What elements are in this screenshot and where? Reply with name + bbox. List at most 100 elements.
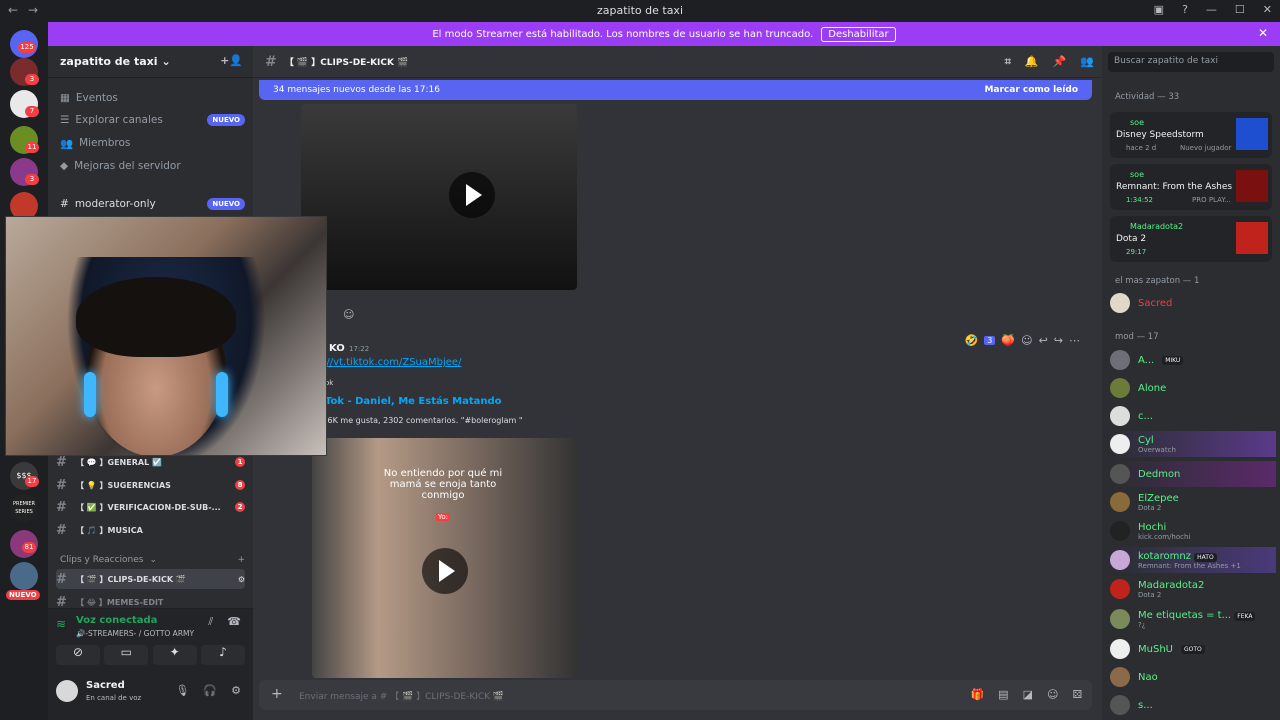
embed-title[interactable]: Tok - Daniel, Me Estás Matando [325,396,502,407]
help-icon[interactable]: ? [1182,3,1188,16]
nav-events[interactable]: ▦ Eventos [60,88,245,108]
channel-label: 【 💬 】GENERAL ☑️ [76,457,162,467]
user-status: En canal de voz [86,694,142,702]
window-controls: ▣ ? — ☐ ✕ [1154,3,1272,16]
reaction-icon[interactable]: 🤣 [965,334,979,347]
maximize-button[interactable]: ☐ [1235,3,1245,16]
forward-icon[interactable]: ↪ [1054,334,1063,347]
channel-moderator-only[interactable]: # moderator-only NUEVO [60,194,245,214]
member-list-icon[interactable]: 👥 [1080,55,1094,69]
category-clips[interactable]: Clips y Reacciones ⌄ + [60,550,245,570]
threads-icon[interactable]: ⌗ [1005,55,1011,69]
nav-label: Explorar canales [75,114,163,126]
nav-browse-channels[interactable]: ☰ Explorar canales NUEVO [60,110,245,130]
attach-icon[interactable]: + [271,686,283,702]
member-name: c... [1138,410,1154,422]
settings-icon[interactable]: ⚙ [238,575,245,584]
add-reaction-icon[interactable]: ☺ [1021,334,1032,347]
video-embed[interactable] [301,104,577,290]
screen-share-icon[interactable]: ▭ [104,645,149,665]
member-item[interactable]: Me etiquetas = t... FEKA ?¿ [1110,606,1276,632]
bell-icon[interactable]: 🔔 [1025,55,1039,69]
activity-card[interactable]: Madaradota2 Dota 2 29:17 [1110,216,1272,262]
voice-channel[interactable]: 🔊-STREAMERS- / GOTTO ARMY [76,629,194,638]
play-icon[interactable] [449,172,495,218]
member-item[interactable]: A... MIKU [1110,347,1276,373]
voice-status[interactable]: Voz conectada [76,615,157,626]
member-activity: ?¿ [1138,620,1146,629]
reaction-count[interactable]: 3 [984,336,996,345]
pin-icon[interactable]: 📌 [1053,55,1067,69]
member-item[interactable]: Dedmon [1110,461,1276,487]
add-channel-icon[interactable]: + [237,555,245,565]
member-item[interactable]: ElZepee Dota 2 [1110,489,1276,515]
server-badge: 11 [25,142,39,153]
reply-icon[interactable]: ↩ [1039,334,1048,347]
apps-icon[interactable]: ⚄ [1072,688,1082,701]
close-banner-icon[interactable]: ✕ [1258,26,1268,40]
emoji-icon[interactable]: ☺ [1047,688,1058,701]
role-header: mod — 17 [1115,332,1159,342]
gear-icon[interactable]: ⚙ [231,684,241,697]
sticker-icon[interactable]: ◪ [1023,688,1033,701]
message-link[interactable]: ://vt.tiktok.com/ZSuaMbjee/ [323,357,461,368]
new-messages-bar[interactable]: 34 mensajes nuevos desde las 17:16 Marca… [259,80,1092,100]
headphones-icon[interactable]: 🎧 [203,684,217,697]
mic-icon[interactable]: 🎙 [175,684,189,697]
message-composer[interactable]: + Enviar mensaje a # 【 🎬 】CLIPS-DE-KICK … [259,680,1092,710]
member-activity: Overwatch [1138,445,1176,454]
channel-sugerencias[interactable]: # 【 💡 】SUGERENCIAS 8 [56,475,245,495]
invite-icon[interactable]: +👤 [220,54,243,67]
add-reaction-icon[interactable]: ☺ [343,308,354,321]
reaction-icon[interactable]: 🍑 [1001,334,1015,347]
gif-icon[interactable]: ▤ [998,688,1008,701]
soundboard-icon[interactable]: ♪ [200,645,245,665]
member-item[interactable]: Alone [1110,375,1276,401]
minimize-button[interactable]: — [1206,3,1217,16]
camera-off-icon[interactable]: ⊘ [56,645,100,665]
disconnect-icon[interactable]: ☎ [227,615,241,629]
boost-icon: ◆ [60,160,69,172]
inbox-icon[interactable]: ▣ [1154,3,1164,16]
avatar [1110,464,1130,484]
disable-streamer-button[interactable]: Deshabilitar [821,26,896,42]
nav-members[interactable]: 👥 Miembros [60,133,245,153]
activity-card[interactable]: soe Disney Speedstorm hace 2 d Nuevo jug… [1110,112,1272,158]
activities-icon[interactable]: ✦ [152,645,197,665]
channel-clips-de-kick[interactable]: # 【 🎬 】CLIPS-DE-KICK 🎬 ⚙ [56,569,245,589]
member-item[interactable]: Madaradota2 Dota 2 [1110,576,1276,602]
message-author[interactable]: KO [329,343,345,354]
search-input[interactable]: Buscar zapatito de taxi [1108,52,1274,72]
server-header[interactable]: zapatito de taxi ⌄ +👤 [48,46,253,78]
activity-game: Disney Speedstorm [1116,130,1204,140]
member-item[interactable]: MuShU GOTO [1110,636,1276,662]
member-item[interactable]: Cyl Overwatch [1110,431,1276,457]
activity-card[interactable]: soe Remnant: From the Ashes 1:34:52 PRO … [1110,164,1272,210]
activity-extra: Nuevo jugador [1180,144,1232,152]
member-item[interactable]: Sacred [1110,290,1276,316]
avatar [1110,609,1130,629]
channel-musica[interactable]: # 【 🎵 】MUSICA [56,520,245,540]
avatar [1110,667,1130,687]
gift-icon[interactable]: 🎁 [970,688,984,701]
avatar[interactable] [56,680,78,702]
category-label: Clips y Reacciones [60,555,144,565]
server-icon[interactable] [10,562,38,590]
play-icon[interactable] [422,548,468,594]
mark-read-button[interactable]: Marcar como leído [984,85,1078,95]
member-item[interactable]: Hochi kick.com/hochi [1110,518,1276,544]
video-embed[interactable]: No entiendo por qué mi mamá se enoja tan… [312,438,577,678]
member-item[interactable]: c... [1110,403,1276,429]
member-item[interactable]: kotaromnz HATO Remnant: From the Ashes +1 [1110,547,1276,573]
member-item[interactable]: s... [1110,692,1276,718]
nav-server-boosts[interactable]: ◆ Mejoras del servidor [60,156,245,176]
premier-series-server[interactable]: PREMIER SERIES [10,494,38,522]
member-item[interactable]: Nao [1110,664,1276,690]
noise-suppression-icon[interactable]: ⫽ [208,615,213,629]
member-name: MuShU [1138,643,1173,655]
nav-label: Mejoras del servidor [74,160,181,172]
server-badge: 3 [25,174,39,185]
close-window-button[interactable]: ✕ [1263,3,1272,16]
more-icon[interactable]: ⋯ [1069,334,1080,347]
channel-verificacion[interactable]: # 【 ✅ 】VERIFICACION-DE-SUB-... 2 [56,497,245,517]
